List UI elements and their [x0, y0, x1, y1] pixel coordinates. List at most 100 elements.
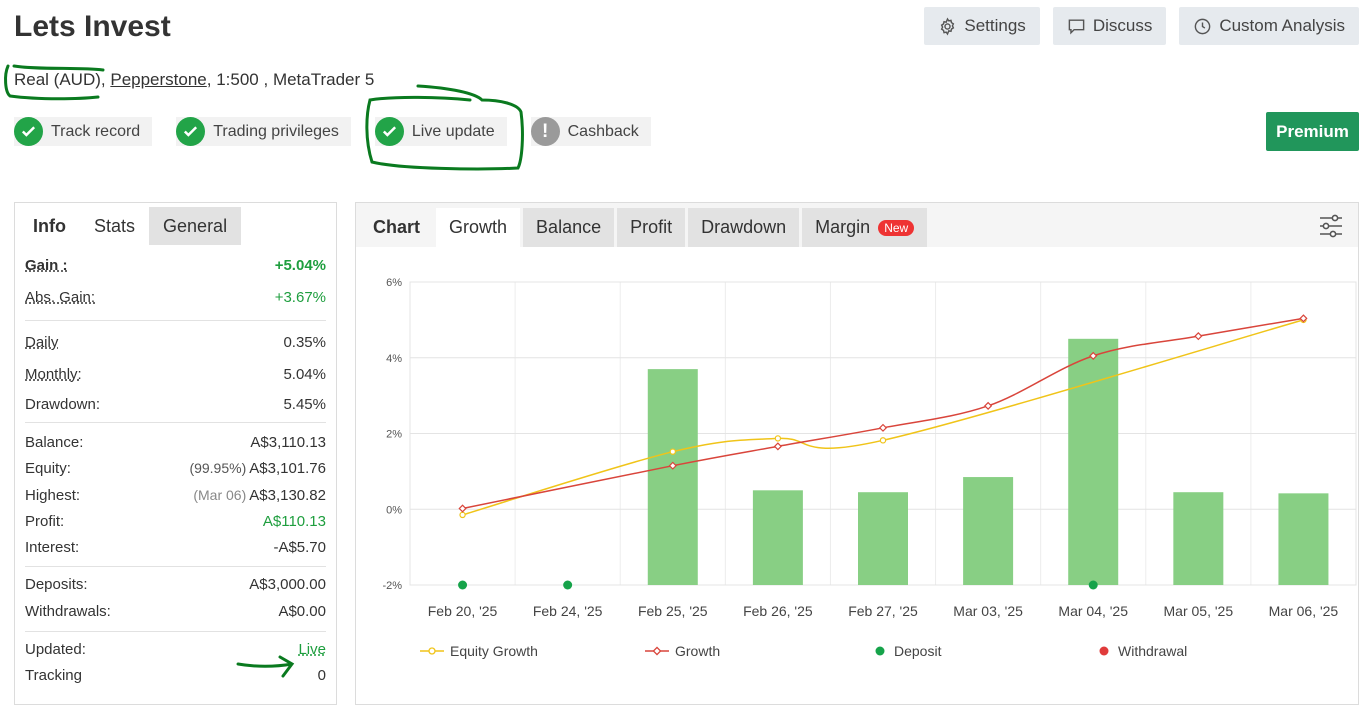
- stat-label: Tracking: [25, 666, 82, 684]
- stat-label: Equity:: [25, 460, 71, 477]
- stat-balance: Balance: A$3,110.13: [25, 429, 326, 455]
- tab-info[interactable]: Info: [19, 207, 80, 245]
- legend-label: Growth: [675, 643, 721, 659]
- stat-drawdown: Drawdown: 5.45%: [25, 390, 326, 418]
- exclamation-icon: !: [530, 117, 560, 146]
- tab-growth[interactable]: Growth: [436, 208, 521, 247]
- tab-profit[interactable]: Profit: [617, 208, 686, 247]
- header-actions: Settings Discuss Custom Analysis: [924, 7, 1359, 45]
- deposit-marker: [563, 580, 573, 590]
- discuss-button[interactable]: Discuss: [1052, 7, 1167, 45]
- stat-highest: Highest: (Mar 06) A$3,130.82: [25, 482, 326, 508]
- stat-label[interactable]: Monthly:: [25, 366, 82, 383]
- stat-updated: Updated: Live: [25, 636, 326, 663]
- growth-chart[interactable]: 6% 4% 2% 0% -2% Feb 20, '25 Feb 24, '25 Feb 25,…: [356, 247, 1358, 637]
- x-tick-label: Feb 27, '25: [848, 603, 918, 619]
- badge-trading-privileges[interactable]: Trading privileges: [176, 117, 351, 146]
- x-tick-label: Mar 04, '25: [1058, 603, 1128, 619]
- check-icon: [374, 117, 404, 146]
- stat-equity: Equity: (99.95%) A$3,101.76: [25, 455, 326, 482]
- stat-value: 0: [317, 666, 326, 684]
- legend-label: Equity Growth: [450, 643, 538, 659]
- settings-label: Settings: [964, 16, 1026, 35]
- legend-deposit[interactable]: Deposit: [874, 643, 941, 659]
- stat-tracking: Tracking 0: [25, 663, 326, 687]
- deposit-marker: [1088, 580, 1098, 590]
- stat-label: Drawdown:: [25, 395, 101, 413]
- stat-value: 5.45%: [283, 395, 326, 413]
- y-tick-label: 0%: [386, 504, 402, 516]
- equity-growth-point: [669, 448, 676, 455]
- comment-icon: [1068, 18, 1085, 35]
- chart-bar: [752, 490, 803, 585]
- y-tick-label: -2%: [382, 580, 402, 592]
- account-type: Real (AUD): [14, 70, 101, 89]
- stat-label: Interest:: [25, 538, 80, 556]
- stat-value: +3.67%: [274, 288, 326, 306]
- tab-stats[interactable]: Stats: [80, 207, 150, 245]
- x-tick-label: Mar 06, '25: [1269, 603, 1339, 619]
- legend-withdrawal[interactable]: Withdrawal: [1098, 643, 1187, 659]
- equity-growth-point: [879, 437, 887, 444]
- chart-bar: [1068, 338, 1119, 585]
- discuss-label: Discuss: [1092, 16, 1153, 35]
- badge-label: Live update: [411, 122, 495, 140]
- badge-live-update[interactable]: Live update: [374, 117, 507, 146]
- legend-label: Withdrawal: [1118, 643, 1188, 659]
- legend-label: Deposit: [894, 643, 942, 659]
- stat-label[interactable]: Daily: [25, 334, 58, 351]
- stat-value: -A$5.70: [273, 538, 326, 556]
- stat-value: A$3,101.76: [249, 460, 326, 477]
- chart-tabs-label: Chart: [373, 217, 421, 237]
- deposit-marker: [458, 580, 468, 590]
- legend-dot-icon: [875, 646, 885, 656]
- custom-analysis-label: Custom Analysis: [1219, 16, 1345, 35]
- stat-gain: Gain : +5.04%: [25, 249, 326, 281]
- stat-label: Balance:: [25, 433, 84, 451]
- stat-label: Profit:: [25, 512, 65, 530]
- chart-bar: [647, 369, 698, 585]
- stat-value: A$3,130.82: [249, 486, 326, 504]
- stat-label[interactable]: Gain :: [25, 257, 68, 274]
- badge-cashback[interactable]: ! Cashback: [530, 117, 651, 146]
- stat-interest: Interest: -A$5.70: [25, 534, 326, 560]
- legend-growth[interactable]: Growth: [645, 643, 720, 659]
- tab-drawdown[interactable]: Drawdown: [688, 208, 800, 247]
- stat-label: Withdrawals:: [25, 603, 111, 620]
- stat-label: Deposits:: [25, 576, 88, 593]
- stat-highest-date: (Mar 06): [193, 486, 247, 503]
- premium-button[interactable]: Premium: [1266, 112, 1359, 151]
- stat-value: +5.04%: [274, 256, 326, 274]
- x-tick-label: Feb 26, '25: [743, 603, 813, 619]
- equity-growth-point: [774, 435, 782, 442]
- y-tick-label: 2%: [386, 429, 402, 441]
- new-badge: New: [878, 219, 915, 236]
- check-icon: [176, 117, 206, 146]
- stat-daily: Daily 0.35%: [25, 326, 326, 358]
- account-summary: Real (AUD), Pepperstone, 1:500 , MetaTra…: [14, 70, 375, 89]
- chart-bar: [858, 492, 908, 585]
- badge-label: Cashback: [567, 122, 639, 140]
- stats-tabs: Info Stats General: [19, 207, 336, 249]
- stat-value[interactable]: Live: [298, 641, 326, 658]
- leverage: 1:500: [216, 70, 259, 89]
- legend-equity-growth[interactable]: Equity Growth: [420, 643, 538, 659]
- stats-rows: Gain : +5.04% Abs. Gain: +3.67% Daily 0.…: [15, 249, 336, 687]
- settings-button[interactable]: Settings: [924, 7, 1040, 45]
- stat-value: A$0.00: [278, 603, 326, 620]
- tab-margin[interactable]: Margin New: [802, 208, 928, 247]
- x-tick-label: Feb 20, '25: [428, 603, 498, 619]
- custom-analysis-button[interactable]: Custom Analysis: [1179, 7, 1359, 45]
- broker-link[interactable]: Pepperstone: [110, 70, 206, 89]
- chart-settings-icon[interactable]: [1318, 213, 1344, 239]
- tab-general[interactable]: General: [149, 207, 242, 245]
- stat-label[interactable]: Abs. Gain:: [25, 289, 95, 306]
- stat-monthly: Monthly: 5.04%: [25, 358, 326, 390]
- tab-balance[interactable]: Balance: [523, 208, 615, 247]
- verification-badges: Track record Trading privileges Live upd…: [14, 117, 651, 146]
- badge-track-record[interactable]: Track record: [14, 117, 153, 146]
- stats-panel: Info Stats General Gain : +5.04% Abs. Ga…: [14, 202, 337, 705]
- stat-value: 0.35%: [283, 333, 326, 351]
- clock-icon: [1194, 18, 1211, 34]
- stat-profit: Profit: A$110.13: [25, 508, 326, 534]
